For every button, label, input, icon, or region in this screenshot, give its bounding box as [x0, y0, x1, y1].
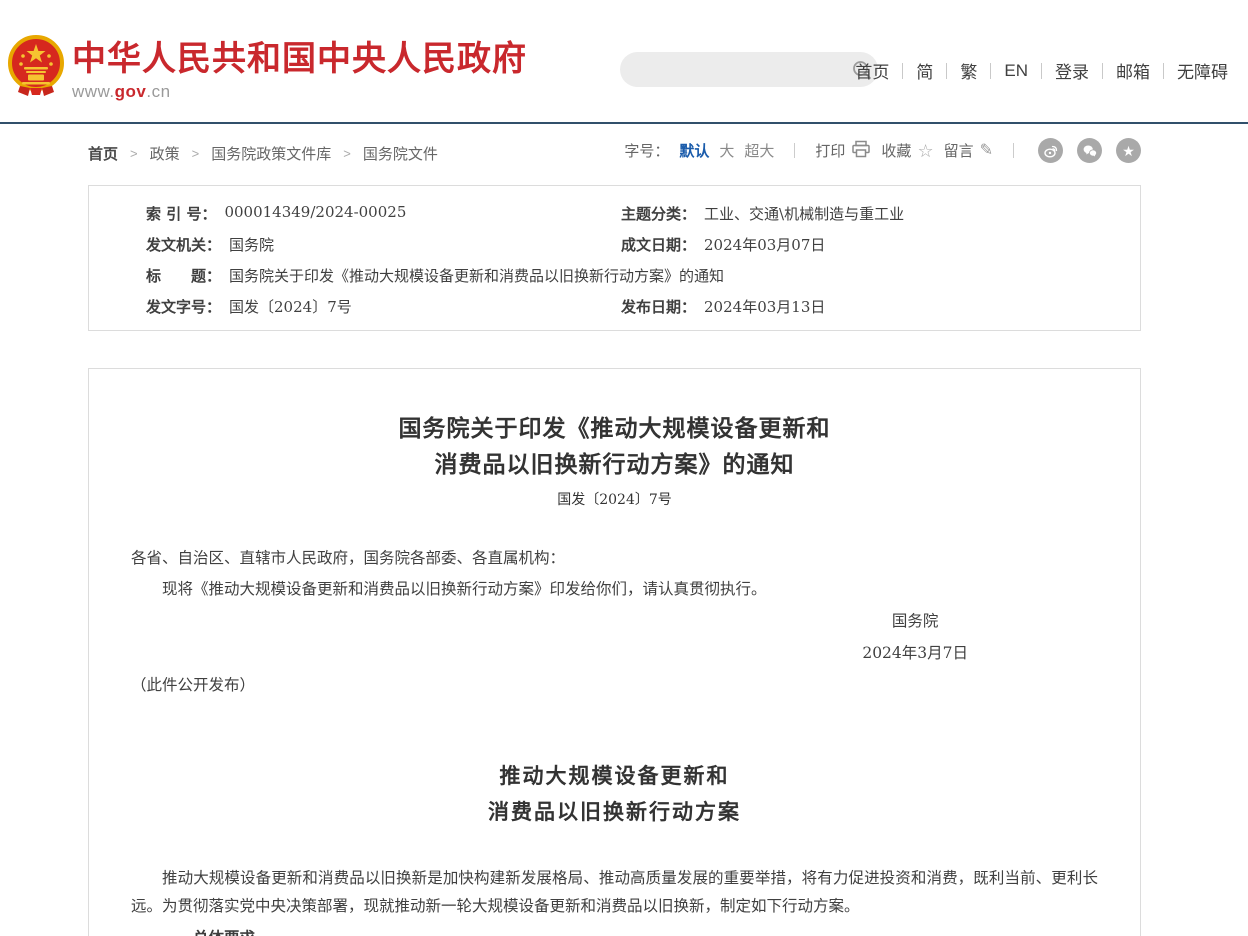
- site-header: 中华人民共和国中央人民政府 www.gov.cn 首页 简 繁 EN 登录 邮箱…: [0, 0, 1248, 124]
- print-label: 打印: [815, 140, 845, 161]
- site-title: 中华人民共和国中央人民政府: [72, 40, 527, 78]
- document-body: 各省、自治区、直辖市人民政府，国务院各部委、各直属机构： 现将《推动大规模设备更…: [131, 547, 1098, 936]
- breadcrumb: 首页 > 政策 > 国务院政策文件库 > 国务院文件: [88, 143, 438, 164]
- url-www: www.: [72, 82, 115, 101]
- meta-index: 索 引 号： 000014349/2024-00025: [89, 203, 621, 224]
- plan-title: 推动大规模设备更新和 消费品以旧换新行动方案: [131, 758, 1098, 830]
- breadcrumb-separator: >: [192, 146, 200, 161]
- nav-mail[interactable]: 邮箱: [1116, 58, 1150, 83]
- search-input[interactable]: [620, 52, 845, 87]
- pencil-icon: ✎: [980, 143, 993, 159]
- meta-written-date-value: 2024年03月07日: [704, 234, 825, 255]
- top-nav: 首页 简 繁 EN 登录 邮箱 无障碍: [855, 58, 1228, 83]
- document-title: 国务院关于印发《推动大规模设备更新和 消费品以旧换新行动方案》的通知: [131, 411, 1098, 483]
- meta-written-date-label: 成文日期：: [621, 234, 696, 255]
- meta-doc-no: 发文字号： 国发〔2024〕7号: [89, 296, 621, 317]
- meta-row-1: 索 引 号： 000014349/2024-00025 主题分类： 工业、交通\…: [89, 198, 1140, 229]
- meta-row-3: 标 题： 国务院关于印发《推动大规模设备更新和消费品以旧换新行动方案》的通知: [89, 260, 1140, 291]
- document-content-box: 国务院关于印发《推动大规模设备更新和 消费品以旧换新行动方案》的通知 国发〔20…: [88, 368, 1141, 936]
- star-icon: ☆: [917, 142, 933, 160]
- nav-simplified[interactable]: 简: [916, 58, 933, 83]
- meta-written-date: 成文日期： 2024年03月07日: [621, 234, 1140, 255]
- signature-block: 国务院 2024年3月7日: [131, 610, 968, 664]
- search-box[interactable]: [620, 52, 878, 87]
- font-size-large-button[interactable]: 大: [719, 140, 734, 161]
- nav-divider: [990, 63, 991, 79]
- meta-pub-date-label: 发布日期：: [621, 296, 696, 317]
- nav-divider: [946, 63, 947, 79]
- printer-icon: [851, 140, 871, 162]
- meta-pub-date-value: 2024年03月13日: [704, 296, 825, 317]
- nav-home[interactable]: 首页: [855, 58, 889, 83]
- plan-intro-paragraph: 推动大规模设备更新和消费品以旧换新是加快构建新发展格局、推动高质量发展的重要举措…: [131, 864, 1098, 920]
- wechat-share-icon[interactable]: [1077, 138, 1102, 163]
- breadcrumb-separator: >: [130, 146, 138, 161]
- qzone-star-glyph: ★: [1122, 144, 1135, 158]
- url-gov: gov: [115, 82, 147, 101]
- sign-date: 2024年3月7日: [862, 642, 968, 664]
- page-toolbar: 字号： 默认 大 超大 打印 收藏 ☆ 留言: [624, 138, 1141, 163]
- document-title-line2: 消费品以旧换新行动方案》的通知: [131, 447, 1098, 483]
- meta-doc-no-value: 国发〔2024〕7号: [229, 296, 352, 317]
- meta-agency-value: 国务院: [229, 234, 274, 255]
- signer: 国务院: [862, 610, 968, 632]
- nav-divider: [902, 63, 903, 79]
- section-1-heading: 一、总体要求: [131, 927, 1098, 936]
- plan-title-line2: 消费品以旧换新行动方案: [131, 794, 1098, 830]
- meta-doc-no-label: 发文字号：: [146, 296, 221, 317]
- nav-traditional[interactable]: 繁: [960, 58, 977, 83]
- font-size-default-button[interactable]: 默认: [679, 140, 709, 161]
- meta-index-value: 000014349/2024-00025: [224, 203, 406, 224]
- meta-row-2: 发文机关： 国务院 成文日期： 2024年03月07日: [89, 229, 1140, 260]
- breadcrumb-home[interactable]: 首页: [88, 143, 118, 164]
- meta-agency-label: 发文机关：: [146, 234, 221, 255]
- document-title-line1: 国务院关于印发《推动大规模设备更新和: [131, 411, 1098, 447]
- meta-index-label: 索 引 号：: [146, 203, 216, 224]
- meta-title-value: 国务院关于印发《推动大规模设备更新和消费品以旧换新行动方案》的通知: [229, 265, 724, 286]
- meta-agency: 发文机关： 国务院: [89, 234, 621, 255]
- breadcrumb-policy-library[interactable]: 国务院政策文件库: [211, 143, 331, 164]
- nav-english[interactable]: EN: [1004, 61, 1028, 81]
- toolbar-divider: [794, 143, 795, 158]
- meta-title: 标 题： 国务院关于印发《推动大规模设备更新和消费品以旧换新行动方案》的通知: [89, 265, 1140, 286]
- meta-title-label: 标 题：: [146, 265, 221, 286]
- breadcrumb-separator: >: [343, 146, 351, 161]
- favorite-label: 收藏: [881, 140, 911, 161]
- comment-button[interactable]: 留言 ✎: [944, 140, 993, 161]
- font-size-label: 字号：: [624, 140, 669, 161]
- salutation: 各省、自治区、直辖市人民政府，国务院各部委、各直属机构：: [131, 547, 1098, 569]
- comment-label: 留言: [944, 140, 974, 161]
- nav-accessibility[interactable]: 无障碍: [1177, 58, 1228, 83]
- document-metadata-box: 索 引 号： 000014349/2024-00025 主题分类： 工业、交通\…: [88, 185, 1141, 331]
- plan-title-line1: 推动大规模设备更新和: [131, 758, 1098, 794]
- font-size-xlarge-button[interactable]: 超大: [744, 140, 774, 161]
- site-url: www.gov.cn: [72, 82, 527, 102]
- meta-topic-label: 主题分类：: [621, 203, 696, 224]
- favorite-button[interactable]: 收藏 ☆: [881, 140, 933, 161]
- nav-divider: [1102, 63, 1103, 79]
- toolbar-divider: [1013, 143, 1014, 158]
- meta-pub-date: 发布日期： 2024年03月13日: [621, 296, 1140, 317]
- meta-row-4: 发文字号： 国发〔2024〕7号 发布日期： 2024年03月13日: [89, 291, 1140, 322]
- weibo-share-icon[interactable]: [1038, 138, 1063, 163]
- breadcrumb-state-council-docs[interactable]: 国务院文件: [363, 143, 438, 164]
- nav-divider: [1163, 63, 1164, 79]
- nav-login[interactable]: 登录: [1055, 58, 1089, 83]
- meta-topic-value: 工业、交通\机械制造与重工业: [704, 203, 904, 224]
- url-cn: .cn: [146, 82, 170, 101]
- nav-divider: [1041, 63, 1042, 79]
- national-emblem-logo[interactable]: [6, 34, 66, 98]
- document-number: 国发〔2024〕7号: [131, 489, 1098, 511]
- paragraph-1: 现将《推动大规模设备更新和消费品以旧换新行动方案》印发给你们，请认真贯彻执行。: [131, 578, 1098, 600]
- site-identity: 中华人民共和国中央人民政府 www.gov.cn: [72, 40, 527, 102]
- breadcrumb-toolbar-row: 首页 > 政策 > 国务院政策文件库 > 国务院文件 字号： 默认 大 超大 打…: [0, 124, 1248, 180]
- print-button[interactable]: 打印: [815, 140, 871, 162]
- meta-topic: 主题分类： 工业、交通\机械制造与重工业: [621, 203, 1140, 224]
- breadcrumb-policy[interactable]: 政策: [150, 143, 180, 164]
- public-release-note: （此件公开发布）: [131, 674, 1098, 696]
- page: 中华人民共和国中央人民政府 www.gov.cn 首页 简 繁 EN 登录 邮箱…: [0, 0, 1248, 936]
- qzone-share-icon[interactable]: ★: [1116, 138, 1141, 163]
